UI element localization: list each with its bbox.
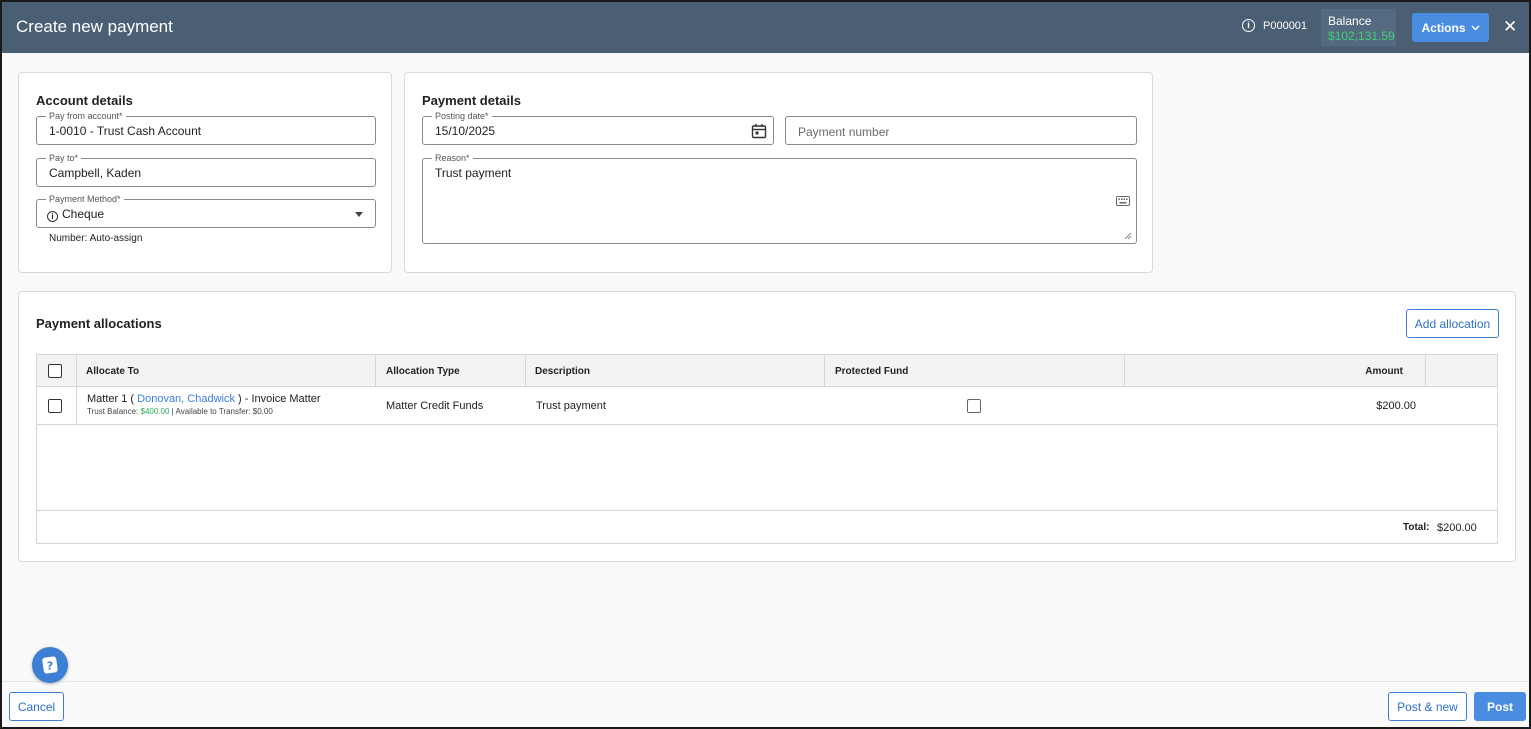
help-button[interactable]: ?	[32, 647, 68, 683]
chevron-down-icon	[1470, 24, 1480, 31]
pay-from-label: Pay from account*	[46, 111, 126, 121]
table-row[interactable]: Matter 1 ( Donovan, Chadwick ) - Invoice…	[37, 387, 1497, 425]
pay-from-value: 1-0010 - Trust Cash Account	[49, 124, 202, 138]
select-all-checkbox[interactable]	[48, 364, 62, 378]
payment-allocations-title: Payment allocations	[36, 316, 162, 331]
calendar-icon[interactable]	[751, 123, 767, 139]
allocate-to-cell: Matter 1 ( Donovan, Chadwick ) - Invoice…	[87, 393, 321, 416]
column-amount[interactable]: Amount	[1124, 355, 1425, 387]
available-to-transfer: Available to Transfer: $0.00	[175, 407, 273, 416]
actions-label: Actions	[1421, 20, 1466, 35]
info-icon: i	[47, 211, 58, 222]
posting-date-label: Posting date*	[432, 111, 492, 121]
matter-client-link[interactable]: Donovan, Chadwick	[137, 393, 235, 405]
column-divider	[1124, 355, 1125, 387]
pay-to-label: Pay to*	[46, 153, 82, 163]
payment-method-value: Cheque	[62, 207, 105, 221]
protected-fund-checkbox[interactable]	[967, 399, 981, 413]
matter-suffix: ) - Invoice Matter	[238, 393, 321, 405]
keyboard-icon[interactable]	[1116, 196, 1130, 206]
column-description[interactable]: Description	[525, 355, 590, 387]
post-and-new-button[interactable]: Post & new	[1388, 692, 1467, 721]
account-details-card: Account details Pay from account* 1-0010…	[18, 72, 392, 273]
total-value: $200.00	[1437, 522, 1477, 534]
posting-date-value: 15/10/2025	[435, 124, 496, 138]
column-divider	[375, 355, 376, 387]
header-bar: Create new payment i P000001 Balance $10…	[2, 2, 1529, 53]
payment-details-card: Payment details Posting date* 15/10/2025…	[404, 72, 1153, 273]
column-allocation-type[interactable]: Allocation Type	[376, 355, 460, 387]
add-allocation-button[interactable]: Add allocation	[1406, 309, 1499, 338]
balance-value: $102,131.59	[1328, 29, 1395, 43]
column-divider	[824, 355, 825, 387]
pay-to-field[interactable]: Pay to* Campbell, Kaden	[36, 153, 376, 187]
cancel-button[interactable]: Cancel	[9, 692, 64, 721]
total-label: Total:	[1403, 522, 1430, 533]
column-divider	[1425, 355, 1426, 387]
payment-method-label: Payment Method*	[46, 194, 124, 204]
page-title: Create new payment	[16, 17, 173, 36]
balance-box: Balance $102,131.59	[1321, 9, 1396, 46]
trust-balance-label: Trust Balance:	[87, 407, 139, 416]
payment-number-placeholder: Payment number	[798, 125, 890, 139]
payment-number-text: Number: Auto-assign	[49, 233, 143, 244]
account-details-title: Account details	[36, 93, 133, 108]
trust-balance-value: $400.00	[140, 407, 170, 416]
posting-date-field[interactable]: Posting date* 15/10/2025	[422, 111, 774, 145]
resize-grip-icon[interactable]	[1124, 232, 1132, 240]
dropdown-caret-icon	[355, 212, 363, 217]
allocations-table: Allocate To Allocation Type Description …	[36, 354, 1498, 544]
description-cell: Trust payment	[536, 400, 606, 412]
reference-number: P000001	[1263, 19, 1308, 32]
svg-text:?: ?	[47, 660, 53, 673]
row-checkbox[interactable]	[48, 399, 62, 413]
balance-separator: |	[171, 407, 174, 416]
balance-label: Balance	[1328, 14, 1372, 28]
post-button[interactable]: Post	[1474, 692, 1526, 721]
pay-to-value: Campbell, Kaden	[49, 166, 142, 180]
column-divider	[525, 355, 526, 387]
reason-textarea[interactable]: Reason* Trust payment	[422, 153, 1137, 244]
matter-balances: Trust Balance: $400.00 | Available to Tr…	[87, 407, 321, 416]
actions-button[interactable]: Actions	[1412, 13, 1489, 42]
close-icon[interactable]: ✕	[1503, 18, 1517, 36]
footer-bar: Cancel Post & new Post	[2, 682, 1529, 727]
allocation-type-cell: Matter Credit Funds	[386, 400, 484, 412]
table-header: Allocate To Allocation Type Description …	[37, 355, 1497, 387]
payment-method-select[interactable]: Payment Method* i Cheque	[36, 194, 376, 228]
matter-prefix: Matter 1 (	[87, 393, 135, 405]
table-footer: Total: $200.00	[37, 510, 1497, 543]
reason-label: Reason*	[432, 153, 473, 163]
payment-details-title: Payment details	[422, 93, 521, 108]
help-icon: ?	[42, 656, 58, 674]
payment-allocations-card: Payment allocations Add allocation Alloc…	[18, 291, 1516, 562]
column-allocate-to[interactable]: Allocate To	[76, 355, 139, 387]
amount-cell: $200.00	[1376, 400, 1416, 412]
reason-value: Trust payment	[435, 166, 512, 180]
column-protected-fund[interactable]: Protected Fund	[825, 355, 908, 387]
payment-reference[interactable]: i P000001	[1242, 19, 1307, 32]
info-icon: i	[1242, 19, 1255, 32]
payment-window: Create new payment i P000001 Balance $10…	[0, 0, 1531, 729]
pay-from-account-field[interactable]: Pay from account* 1-0010 - Trust Cash Ac…	[36, 111, 376, 145]
payment-number-input[interactable]: Payment number	[785, 116, 1137, 145]
